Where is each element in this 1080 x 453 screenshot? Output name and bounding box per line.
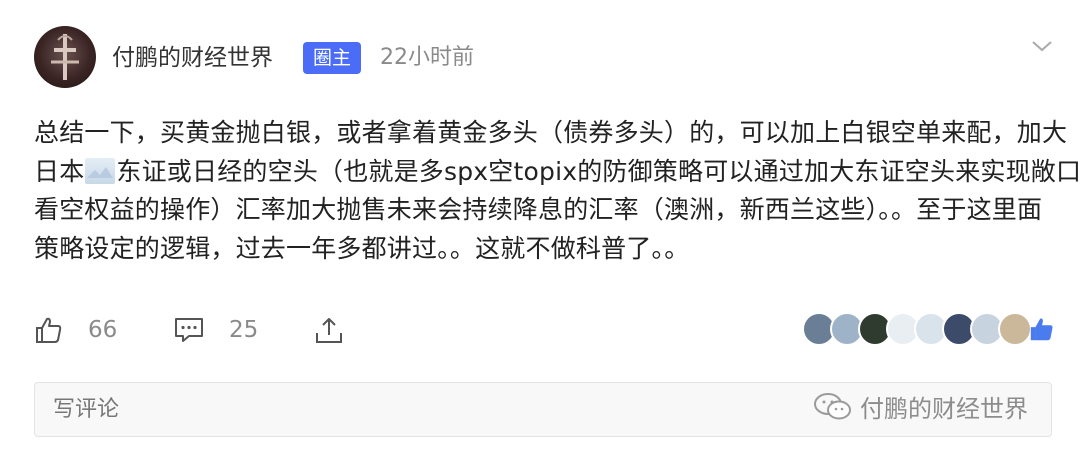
share-icon [316, 318, 342, 343]
comment-icon [175, 318, 203, 342]
comment-placeholder: 写评论 [53, 397, 120, 422]
content-line: 日本 东证或日经的空头（也就是多spx空topix的防御策略可以通过加大东证空头… [34, 153, 1080, 192]
post-time: 22小时前 [380, 45, 474, 70]
avatar-image [51, 34, 79, 80]
share-button[interactable] [314, 312, 344, 348]
comment-count: 25 [229, 317, 259, 343]
like-button[interactable]: 66 [34, 312, 117, 348]
content-line: 策略设定的逻辑，过去一年多都讲过。。这就不做科普了。。 [34, 233, 690, 263]
username[interactable]: 付鹏的财经世界 [112, 42, 273, 74]
comment-button[interactable]: 25 [173, 312, 258, 348]
content-line: 总结一下，买黄金抛白银，或者拿着黄金多头（债券多头）的，可以加上白银空单来配，加… [34, 118, 1068, 147]
liked-thumb-icon [1030, 318, 1053, 341]
inline-image[interactable] [85, 157, 116, 184]
watermark: 付鹏的财经世界 [812, 388, 1028, 424]
thumbs-up-icon [36, 317, 62, 343]
content-line: 看空权益的操作）汇率加大抛售未来会持续降息的汇率（澳洲，新西兰这些）。。至于这里… [34, 195, 1043, 224]
avatar[interactable] [34, 26, 96, 88]
post-content: 总结一下，买黄金抛白银，或者拿着黄金多头（债券多头）的，可以加上白银空单来配，加… [34, 114, 1080, 268]
liker-avatars[interactable] [802, 312, 1058, 346]
owner-badge: 圈主 [303, 42, 362, 74]
chevron-down-icon[interactable] [1030, 36, 1054, 56]
wechat-icon [814, 393, 851, 420]
liker-avatar[interactable] [998, 312, 1032, 346]
content-text: 东证或日经的空头（也就是多spx空topix的防御策略可以通过加大东证空头来实现… [116, 156, 1080, 186]
watermark-text: 付鹏的财经世界 [860, 394, 1028, 423]
like-count: 66 [88, 317, 118, 343]
content-text: 日本 [34, 156, 85, 186]
